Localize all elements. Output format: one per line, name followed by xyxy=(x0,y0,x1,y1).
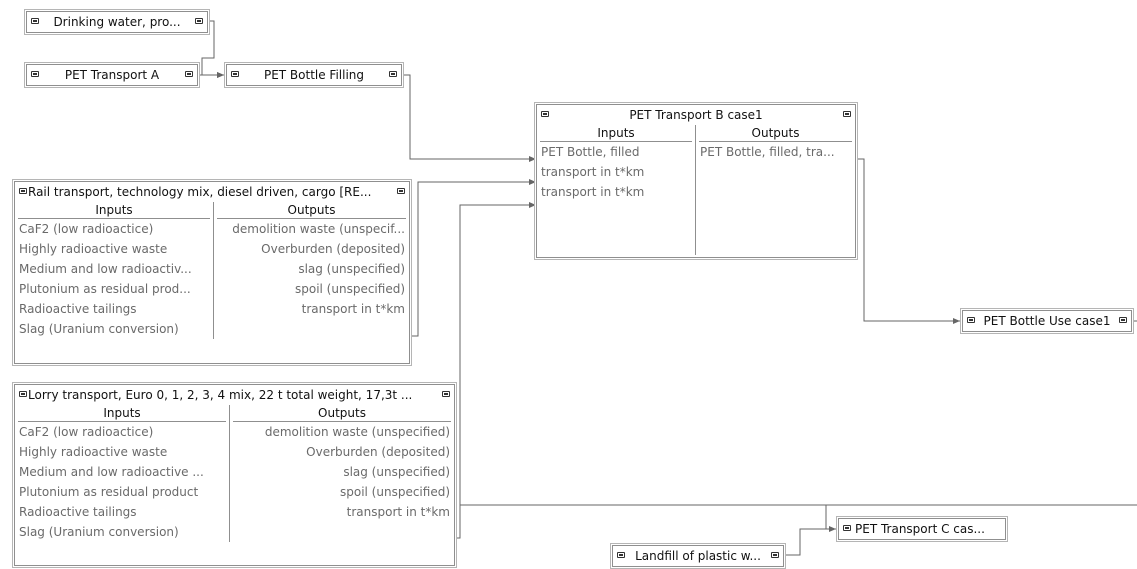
outputs-header: Outputs xyxy=(233,405,451,422)
output-row[interactable]: transport in t*km xyxy=(230,502,454,522)
output-row[interactable]: demolition waste (unspecified) xyxy=(230,422,454,442)
output-row[interactable]: PET Bottle, filled, tra... xyxy=(696,142,855,162)
link-transport-b-to-use xyxy=(856,158,960,324)
node-title: Drinking water, pro... xyxy=(53,15,181,29)
expand-icon[interactable] xyxy=(397,188,405,194)
link-landfill-to-transport-c xyxy=(784,528,836,556)
output-row[interactable]: slag (unspecified) xyxy=(214,259,409,279)
node-title: PET Transport B case1 xyxy=(629,108,763,122)
node-pet-bottle-use[interactable]: PET Bottle Use case1 xyxy=(962,310,1132,332)
output-row[interactable]: Overburden (deposited) xyxy=(214,239,409,259)
input-row[interactable]: CaF2 (low radioactice) xyxy=(15,422,229,442)
outputs-column: Outputs demolition waste (unspecified) O… xyxy=(229,405,454,542)
inputs-column: Inputs CaF2 (low radioactice) Highly rad… xyxy=(15,405,229,542)
expand-icon[interactable] xyxy=(1119,317,1127,323)
input-row[interactable]: Slag (Uranium conversion) xyxy=(15,319,213,339)
collapse-icon[interactable] xyxy=(843,525,851,531)
input-row[interactable]: Plutonium as residual prod... xyxy=(15,279,213,299)
output-row[interactable]: transport in t*km xyxy=(214,299,409,319)
input-row[interactable]: PET Bottle, filled xyxy=(537,142,695,162)
input-row[interactable]: Medium and low radioactiv... xyxy=(15,259,213,279)
node-rail-transport[interactable]: Rail transport, technology mix, diesel d… xyxy=(14,181,410,364)
node-title: Lorry transport, Euro 0, 1, 2, 3, 4 mix,… xyxy=(28,388,413,402)
input-row[interactable]: Radioactive tailings xyxy=(15,299,213,319)
expand-icon[interactable] xyxy=(771,552,779,558)
node-title: PET Bottle Filling xyxy=(263,68,365,82)
collapse-icon[interactable] xyxy=(967,317,975,323)
node-pet-transport-a[interactable]: PET Transport A xyxy=(26,64,198,86)
input-row[interactable]: Slag (Uranium conversion) xyxy=(15,522,229,542)
input-row[interactable]: Plutonium as residual product xyxy=(15,482,229,502)
inputs-header: Inputs xyxy=(18,202,210,219)
expand-icon[interactable] xyxy=(442,391,450,397)
node-pet-bottle-filling[interactable]: PET Bottle Filling xyxy=(226,64,402,86)
output-row[interactable]: Overburden (deposited) xyxy=(230,442,454,462)
output-row[interactable]: demolition waste (unspecif... xyxy=(214,219,409,239)
expand-icon[interactable] xyxy=(843,111,851,117)
collapse-icon[interactable] xyxy=(19,391,27,397)
node-title: PET Transport A xyxy=(64,68,160,82)
node-title: PET Transport C cas... xyxy=(855,522,985,536)
outputs-header: Outputs xyxy=(699,125,852,142)
node-lorry-transport[interactable]: Lorry transport, Euro 0, 1, 2, 3, 4 mix,… xyxy=(14,384,455,566)
node-pet-transport-c[interactable]: PET Transport C cas... xyxy=(838,518,1006,540)
link-filling-to-transport-b xyxy=(402,74,536,162)
expand-icon[interactable] xyxy=(389,71,397,77)
input-row[interactable]: Highly radioactive waste xyxy=(15,442,229,462)
outputs-column: Outputs demolition waste (unspecif... Ov… xyxy=(213,202,409,339)
expand-icon[interactable] xyxy=(195,18,203,24)
node-title: Rail transport, technology mix, diesel d… xyxy=(28,185,372,199)
input-row[interactable]: transport in t*km xyxy=(537,182,695,202)
inputs-column: Inputs CaF2 (low radioactice) Highly rad… xyxy=(15,202,213,339)
output-row[interactable]: slag (unspecified) xyxy=(230,462,454,482)
node-landfill[interactable]: Landfill of plastic w... xyxy=(612,545,784,567)
node-drinking-water[interactable]: Drinking water, pro... xyxy=(26,11,208,33)
inputs-header: Inputs xyxy=(18,405,226,422)
collapse-icon[interactable] xyxy=(541,111,549,117)
outputs-column: Outputs PET Bottle, filled, tra... xyxy=(695,125,855,255)
collapse-icon[interactable] xyxy=(19,188,27,194)
output-row[interactable]: spoil (unspecified) xyxy=(214,279,409,299)
input-row[interactable]: transport in t*km xyxy=(537,162,695,182)
input-row[interactable]: Radioactive tailings xyxy=(15,502,229,522)
expand-icon[interactable] xyxy=(185,71,193,77)
link-lorry-to-transport-b xyxy=(455,202,536,539)
collapse-icon[interactable] xyxy=(31,71,39,77)
input-row[interactable]: Medium and low radioactive ... xyxy=(15,462,229,482)
link-to-transport-c xyxy=(825,505,836,532)
node-title: Landfill of plastic w... xyxy=(635,549,761,563)
node-pet-transport-b[interactable]: PET Transport B case1 Inputs PET Bottle,… xyxy=(536,104,856,258)
collapse-icon[interactable] xyxy=(231,71,239,77)
inputs-column: Inputs PET Bottle, filled transport in t… xyxy=(537,125,695,255)
output-row[interactable]: spoil (unspecified) xyxy=(230,482,454,502)
node-title: PET Bottle Use case1 xyxy=(983,314,1111,328)
collapse-icon[interactable] xyxy=(617,552,625,558)
input-row[interactable]: Highly radioactive waste xyxy=(15,239,213,259)
input-row[interactable]: CaF2 (low radioactice) xyxy=(15,219,213,239)
outputs-header: Outputs xyxy=(217,202,406,219)
collapse-icon[interactable] xyxy=(31,18,39,24)
inputs-header: Inputs xyxy=(540,125,692,142)
